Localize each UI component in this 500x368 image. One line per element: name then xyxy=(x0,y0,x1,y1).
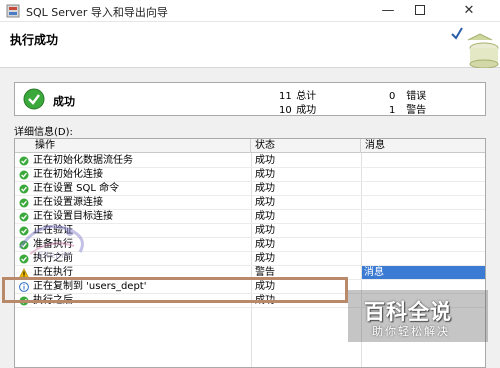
brand-name: 百科全说 xyxy=(364,300,452,324)
column-header-action[interactable]: 操作 xyxy=(15,139,251,153)
sql-server-app-icon xyxy=(6,4,20,18)
row-message-cell[interactable]: 消息 xyxy=(362,266,485,280)
row-status: 成功 xyxy=(255,253,275,264)
row-status: 成功 xyxy=(255,169,275,180)
grid-header: 操作 状态 消息 xyxy=(15,139,485,153)
row-status: 成功 xyxy=(255,197,275,208)
title-bar: SQL Server 导入和导出向导 — ✕ xyxy=(0,0,500,22)
row-action: 正在初始化连接 xyxy=(33,169,103,180)
maximize-button[interactable] xyxy=(404,0,436,22)
close-button[interactable]: ✕ xyxy=(438,0,500,22)
page-title: 执行成功 xyxy=(10,33,59,47)
column-header-message[interactable]: 消息 xyxy=(361,139,485,153)
success-icon xyxy=(19,170,29,180)
row-action: 正在设置 SQL 命令 xyxy=(33,183,120,194)
success-check-icon xyxy=(23,88,45,110)
wizard-header-art-icon xyxy=(451,27,499,68)
row-action: 正在初始化数据流任务 xyxy=(33,155,133,166)
details-label: 详细信息(D): xyxy=(14,127,73,138)
row-message[interactable]: 消息 xyxy=(364,266,384,280)
warning-count: 1 警告 xyxy=(389,105,427,116)
error-count: 0 错误 xyxy=(389,91,427,102)
maximize-icon xyxy=(415,4,425,15)
window-title: SQL Server 导入和导出向导 xyxy=(26,6,168,19)
row-action: 正在设置源连接 xyxy=(33,197,103,208)
brand-slogan: 助你轻松解决 xyxy=(372,325,450,338)
summary-panel: 成功 11 总计 10 成功 0 错误 1 警告 xyxy=(14,82,486,116)
row-status: 成功 xyxy=(255,183,275,194)
summary-status: 成功 xyxy=(53,95,75,108)
row-status: 成功 xyxy=(255,211,275,222)
highlight-annotation xyxy=(2,277,348,303)
success-icon xyxy=(19,156,29,166)
success-count: 10 成功 xyxy=(279,105,317,116)
table-row[interactable]: 正在设置源连接 成功 xyxy=(15,196,485,210)
row-status: 成功 xyxy=(255,239,275,250)
table-row[interactable]: 正在初始化数据流任务 成功 xyxy=(15,154,485,168)
total-count: 11 总计 xyxy=(279,91,317,102)
table-row[interactable]: 正在初始化连接 成功 xyxy=(15,168,485,182)
row-status: 成功 xyxy=(255,225,275,236)
success-icon xyxy=(19,184,29,194)
column-header-status[interactable]: 状态 xyxy=(251,139,361,153)
watermark-text: Eltepitt xyxy=(38,251,71,261)
row-status: 成功 xyxy=(255,155,275,166)
table-row[interactable]: 正在设置 SQL 命令 成功 xyxy=(15,182,485,196)
minimize-button[interactable]: — xyxy=(372,0,404,22)
success-icon xyxy=(19,198,29,208)
wizard-header: 执行成功 xyxy=(0,22,500,68)
